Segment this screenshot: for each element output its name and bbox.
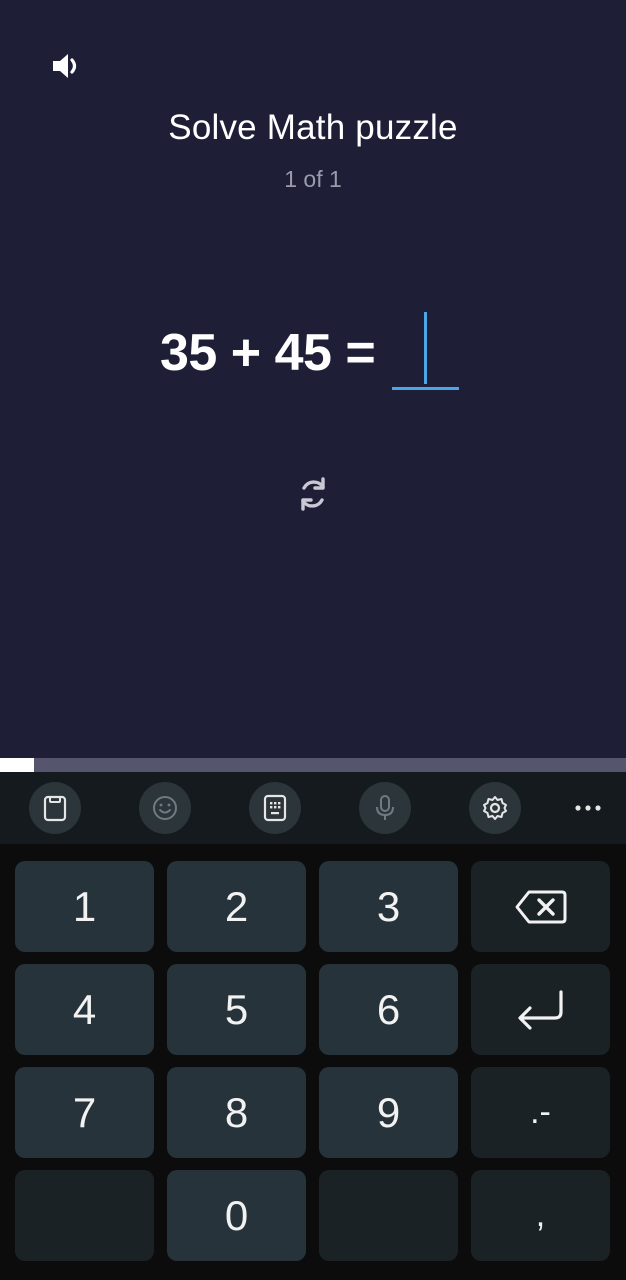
progress-bar (0, 758, 626, 772)
answer-underline (392, 387, 459, 390)
empty-key-right (319, 1170, 458, 1261)
page-title: Solve Math puzzle (168, 108, 458, 147)
keypad-icon (263, 794, 287, 822)
keyboard-toolbar (0, 772, 626, 844)
keypad-button[interactable] (249, 782, 301, 834)
progress-fill (0, 758, 35, 772)
clipboard-icon (43, 795, 67, 822)
voice-input-button[interactable] (359, 782, 411, 834)
refresh-button[interactable] (291, 472, 335, 516)
numeric-keyboard: 1 2 3 4 5 6 7 8 9 .- 0 , (0, 844, 626, 1280)
emoji-button[interactable] (139, 782, 191, 834)
dot-dash-key[interactable]: .- (471, 1067, 610, 1158)
more-button[interactable] (562, 782, 614, 834)
backspace-key[interactable] (471, 861, 610, 952)
text-cursor (424, 312, 427, 384)
key-2[interactable]: 2 (167, 861, 306, 952)
key-6[interactable]: 6 (319, 964, 458, 1055)
more-icon (575, 805, 601, 811)
backspace-icon (515, 890, 566, 923)
key-5[interactable]: 5 (167, 964, 306, 1055)
refresh-icon (301, 477, 325, 511)
emoji-icon (153, 796, 177, 820)
equation: 35 + 45 = (160, 318, 389, 388)
key-3[interactable]: 3 (319, 861, 458, 952)
enter-icon (517, 989, 563, 1030)
key-7[interactable]: 7 (15, 1067, 154, 1158)
sound-button[interactable] (44, 44, 88, 88)
clipboard-button[interactable] (29, 782, 81, 834)
comma-key[interactable]: , (471, 1170, 610, 1261)
speaker-icon (53, 54, 77, 78)
key-9[interactable]: 9 (319, 1067, 458, 1158)
key-4[interactable]: 4 (15, 964, 154, 1055)
settings-icon (483, 796, 507, 820)
enter-key[interactable] (471, 964, 610, 1055)
answer-input[interactable] (392, 308, 459, 392)
key-1[interactable]: 1 (15, 861, 154, 952)
key-0[interactable]: 0 (167, 1170, 306, 1261)
empty-key-left (15, 1170, 154, 1261)
equation-text: 35 + 45 = (160, 324, 390, 382)
settings-button[interactable] (469, 782, 521, 834)
puzzle-counter: 1 of 1 (284, 166, 342, 192)
key-8[interactable]: 8 (167, 1067, 306, 1158)
microphone-icon (376, 795, 394, 820)
puzzle-screen: Solve Math puzzle 1 of 1 35 + 45 = (0, 0, 626, 758)
